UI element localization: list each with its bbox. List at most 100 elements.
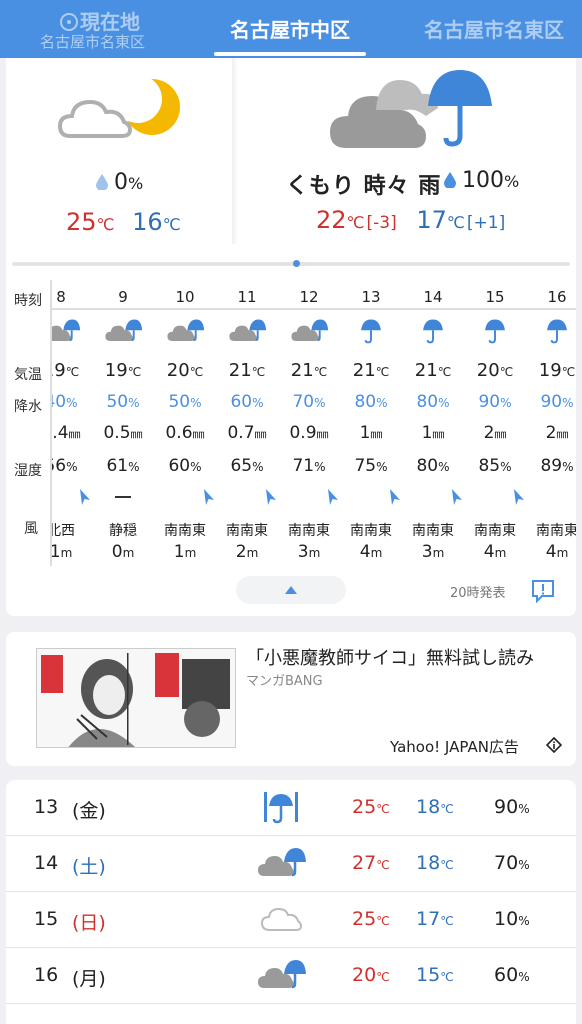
wind-arrow-icon: [216, 488, 278, 506]
hour-wind-arrow: [464, 488, 526, 506]
hour-amount: 0.7㎜: [227, 423, 267, 443]
hour-humidity: 56%: [52, 456, 78, 476]
tonight-precip: 0%: [96, 170, 143, 195]
hour-wind-dir: 南南東: [226, 523, 268, 539]
hourly-column: 15 20℃ 90% 2㎜ 85% 南南東 4m: [464, 280, 526, 566]
summary-divider: [232, 58, 238, 244]
hour-wind-dir: 北西: [52, 523, 75, 539]
tomorrow-temps: 22℃ [-3] 17℃ [+1]: [316, 206, 505, 234]
raindrop-icon: [444, 172, 456, 188]
cloud-umbrella-icon: [278, 318, 340, 344]
ad-title[interactable]: 「小悪魔教師サイコ」無料試し読み: [246, 644, 534, 670]
hour-weather: [154, 318, 216, 342]
weekly-low: 15℃: [416, 964, 454, 986]
cloud-umbrella-icon: [154, 318, 216, 344]
weekly-forecast-card: 13 (金) 25℃ 18℃ 90% 14 (土) 27℃ 18℃ 70% 15 (日) 25℃ 17℃ 1…: [6, 780, 576, 1024]
wind-arrow-icon: [278, 488, 340, 506]
hour-humidity: 71%: [292, 456, 326, 476]
weekly-weather: [256, 958, 306, 992]
hour-precip: 80%: [354, 392, 388, 412]
hourly-forecast-scroller[interactable]: 8 19℃ 40% 0.4㎜ 56% 北西 1m 9 19℃ 50% 0.5㎜ 61% 静穏 0m 10 20…: [50, 280, 576, 566]
today-forecast-card: 0% 25℃ 16℃ くもり 時々 雨 100% 22℃ [-3] 17℃ [+1]…: [6, 58, 576, 616]
hourly-column: 12 21℃ 70% 0.9㎜ 71% 南南東 3m: [278, 280, 340, 566]
ad-manga-image[interactable]: [36, 648, 236, 748]
hour-amount: 2㎜: [545, 423, 569, 443]
hour-wind-dir: 南南東: [412, 523, 454, 539]
hour-wind-speed: 1m: [173, 542, 197, 562]
hour-wind-speed: 4m: [359, 542, 383, 562]
info-icon[interactable]: [546, 737, 562, 753]
ad-label[interactable]: Yahoo! JAPAN広告: [390, 736, 519, 757]
weekly-weekday: (月): [72, 968, 106, 990]
hour-wind-dir: 南南東: [474, 523, 516, 539]
hour-amount: 1㎜: [421, 423, 445, 443]
hour-temp: 20℃: [166, 360, 204, 381]
hour-temp: 21℃: [414, 360, 452, 381]
hour-temp: 21℃: [352, 360, 390, 381]
hour-wind-speed: 3m: [297, 542, 321, 562]
hour-amount: 0.5㎜: [103, 423, 143, 443]
hour-time: 8: [56, 288, 66, 306]
hour-temp: 21℃: [228, 360, 266, 381]
tab-current-location[interactable]: 現在地 名古屋市名東区: [0, 0, 200, 58]
hourly-column: 9 19℃ 50% 0.5㎜ 61% 静穏 0m: [92, 280, 154, 566]
tab-nagoya-meito-label: 名古屋市名東区: [424, 18, 564, 42]
hour-temp: 19℃: [52, 360, 80, 381]
location-tab-bar: 現在地 名古屋市名東区 名古屋市中区 名古屋市名東区: [0, 0, 582, 58]
wind-arrow-icon: [50, 488, 92, 506]
ad-card[interactable]: 「小悪魔教師サイコ」無料試し読み マンガBANG Yahoo! JAPAN広告: [6, 632, 576, 766]
wind-arrow-icon: [464, 488, 526, 506]
hour-wind-speed: 4m: [483, 542, 507, 562]
hourly-column: 13 21℃ 80% 1㎜ 75% 南南東 4m: [340, 280, 402, 566]
hour-time: 9: [118, 288, 128, 306]
weekly-row[interactable]: 16 (月) 20℃ 15℃ 60%: [6, 948, 576, 1004]
hourly-column: 14 21℃ 80% 1㎜ 80% 南南東 3m: [402, 280, 464, 566]
hour-wind-speed: 2m: [235, 542, 259, 562]
tonight-low: 16℃: [132, 208, 181, 236]
hour-wind-dir: 南南東: [350, 523, 392, 539]
tab-nagoya-meito[interactable]: 名古屋市名東区: [420, 0, 582, 58]
hour-humidity: 80%: [416, 456, 450, 476]
hour-time: 16: [547, 288, 567, 306]
tomorrow-precip-unit: %: [504, 172, 520, 191]
location-icon: [60, 13, 78, 31]
hour-wind-arrow: [216, 488, 278, 506]
weekly-day: 16: [34, 964, 59, 986]
hour-wind-arrow: [50, 488, 92, 506]
weekly-row[interactable]: 15 (日) 25℃ 17℃ 10%: [6, 892, 576, 948]
hour-weather: [340, 318, 402, 342]
weekly-day: 13: [34, 796, 59, 818]
hour-time: 12: [299, 288, 319, 306]
hour-wind-arrow: [340, 488, 402, 506]
tomorrow-precip: 100%: [444, 168, 519, 193]
umbrella-icon: [402, 318, 464, 344]
report-icon[interactable]: [530, 578, 556, 604]
wind-arrow-icon: [154, 488, 216, 506]
collapse-hourly-button[interactable]: [236, 576, 346, 604]
hour-weather: [464, 318, 526, 342]
weekly-row[interactable]: 14 (土) 27℃ 18℃ 70%: [6, 836, 576, 892]
hour-wind-dir: 静穏: [109, 523, 137, 539]
weekly-precip: 60%: [494, 964, 530, 986]
weekly-low: 18℃: [416, 852, 454, 874]
hour-humidity: 89%: [540, 456, 574, 476]
tonight-temps: 25℃ 16℃: [66, 208, 181, 236]
weekly-weather: [256, 790, 306, 824]
hour-time: 11: [237, 288, 257, 306]
hour-weather: [92, 318, 154, 342]
tomorrow-condition: くもり 時々 雨: [286, 174, 442, 199]
tab-nagoya-naka[interactable]: 名古屋市中区: [212, 0, 368, 58]
hour-time: 10: [175, 288, 195, 306]
weekly-high: 25℃: [352, 908, 390, 930]
wind-arrow-icon: [402, 488, 464, 506]
hour-humidity: 61%: [106, 456, 140, 476]
weekly-weather: [256, 902, 306, 936]
umbrella-heavy-icon: [256, 790, 306, 824]
weekly-high: 20℃: [352, 964, 390, 986]
weekly-row[interactable]: 13 (金) 25℃ 18℃ 90%: [6, 780, 576, 836]
hour-amount: 0.4㎜: [52, 423, 81, 443]
weekly-day: 15: [34, 908, 59, 930]
umbrella-icon: [340, 318, 402, 344]
hour-wind-arrow: [526, 488, 576, 506]
cloud-umbrella-icon: [256, 846, 306, 880]
